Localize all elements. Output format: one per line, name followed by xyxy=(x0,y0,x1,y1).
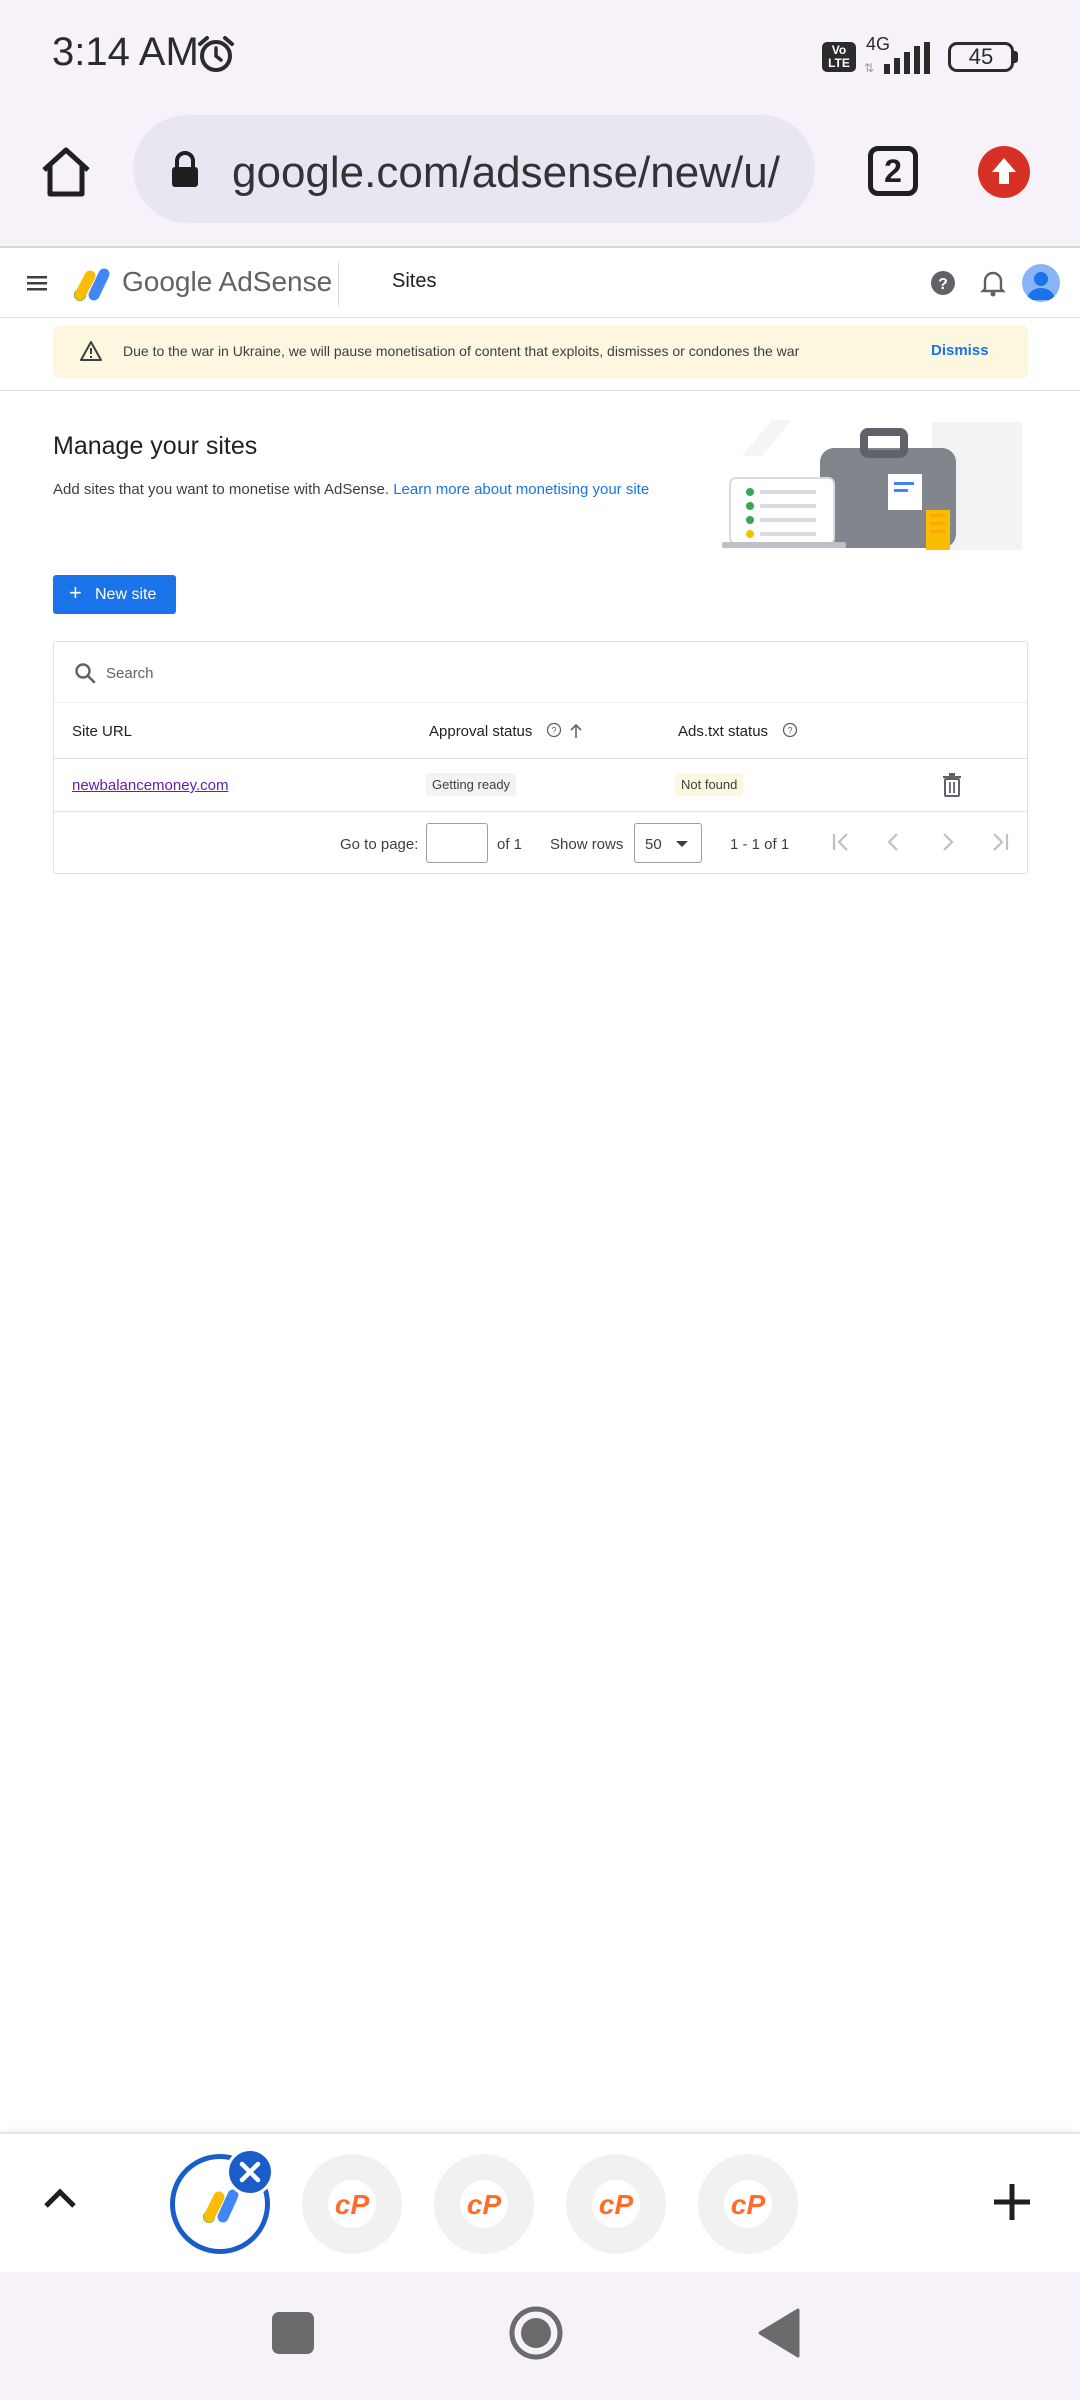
rows-per-page-value: 50 xyxy=(645,836,662,853)
help-outline-icon[interactable]: ? xyxy=(546,722,562,738)
close-tab-button[interactable] xyxy=(226,2148,274,2196)
table-header-row: Site URL Approval status ? Ads.txt statu… xyxy=(54,703,1027,759)
signal-icon: ⇅ xyxy=(864,42,930,74)
sites-table: Site URL Approval status ? Ads.txt statu… xyxy=(53,641,1028,874)
cpanel-logo-icon: cP xyxy=(724,2180,772,2228)
sort-ascending-icon[interactable] xyxy=(569,723,583,739)
svg-text:cP: cP xyxy=(335,2189,370,2220)
update-button[interactable] xyxy=(978,146,1030,198)
alarm-icon xyxy=(198,36,234,72)
back-triangle-icon[interactable] xyxy=(758,2308,800,2358)
last-page-icon[interactable] xyxy=(988,830,1012,854)
adsense-logo-icon xyxy=(74,268,110,301)
search-input[interactable] xyxy=(106,658,986,688)
svg-text:cP: cP xyxy=(599,2189,634,2220)
next-page-icon[interactable] xyxy=(935,830,959,854)
table-search-row xyxy=(54,642,1027,703)
search-icon xyxy=(75,663,96,684)
plus-icon: + xyxy=(69,580,82,605)
sites-illustration xyxy=(722,420,1022,550)
banner-message: Due to the war in Ukraine, we will pause… xyxy=(123,343,800,359)
cpanel-logo-icon: cP xyxy=(592,2180,640,2228)
svg-text:?: ? xyxy=(787,726,792,736)
home-circle-icon[interactable] xyxy=(508,2305,564,2361)
cpanel-logo-icon: cP xyxy=(328,2180,376,2228)
help-icon[interactable]: ? xyxy=(930,270,956,296)
show-rows-label: Show rows xyxy=(550,836,624,853)
lock-icon xyxy=(172,151,198,187)
system-navigation-bar xyxy=(0,2272,1080,2400)
app-header: Google AdSense Sites ? xyxy=(0,250,1080,318)
description-text: Add sites that you want to monetise with… xyxy=(53,481,390,498)
dismiss-button[interactable]: Dismiss xyxy=(931,342,989,359)
browser-toolbar: google.com/adsense/new/u/ 2 xyxy=(0,112,1080,248)
menu-icon[interactable] xyxy=(26,272,48,294)
learn-more-link[interactable]: Learn more about monetising your site xyxy=(393,481,649,498)
plus-icon[interactable] xyxy=(990,2180,1034,2224)
account-avatar[interactable] xyxy=(1022,264,1060,302)
previous-page-icon[interactable] xyxy=(882,830,906,854)
warning-icon xyxy=(80,341,102,361)
svg-text:⇅: ⇅ xyxy=(864,61,874,74)
chevron-up-icon[interactable] xyxy=(40,2182,80,2212)
browser-tab-strip: cP cP cP cP xyxy=(0,2132,1080,2272)
go-to-page-label: Go to page: xyxy=(340,836,419,853)
person-icon xyxy=(1027,272,1055,300)
rows-per-page-select[interactable]: 50 xyxy=(634,823,702,863)
status-time: 3:14 AM xyxy=(52,30,199,74)
column-header-approval-status[interactable]: Approval status xyxy=(429,723,532,740)
svg-text:cP: cP xyxy=(731,2189,766,2220)
new-site-label: New site xyxy=(95,586,157,603)
close-icon xyxy=(239,2161,261,2183)
url-bar[interactable]: google.com/adsense/new/u/ xyxy=(133,115,815,223)
svg-text:cP: cP xyxy=(467,2189,502,2220)
page-title: Manage your sites xyxy=(53,432,258,460)
volte-badge: Vo LTE xyxy=(822,42,856,72)
header-divider xyxy=(338,262,339,306)
recents-button[interactable] xyxy=(272,2312,314,2354)
section-divider xyxy=(0,390,1080,391)
site-url-link[interactable]: newbalancemoney.com xyxy=(72,777,228,794)
table-row: newbalancemoney.com Getting ready Not fo… xyxy=(54,759,1027,812)
tab-switcher-button[interactable]: 2 xyxy=(868,146,918,196)
tab-cpanel[interactable]: cP xyxy=(302,2154,402,2254)
url-text[interactable]: google.com/adsense/new/u/ xyxy=(232,148,802,198)
ads-txt-status-badge: Not found xyxy=(675,773,744,796)
home-icon[interactable] xyxy=(36,142,96,202)
arrow-up-icon xyxy=(992,158,1016,184)
tab-cpanel[interactable]: cP xyxy=(566,2154,666,2254)
brand-name: Google AdSense xyxy=(122,266,333,297)
approval-status-badge: Getting ready xyxy=(426,773,517,796)
column-header-ads-txt-status[interactable]: Ads.txt status xyxy=(678,723,768,740)
page-section-title: Sites xyxy=(392,270,437,292)
column-header-site-url[interactable]: Site URL xyxy=(72,723,132,740)
notice-banner: Due to the war in Ukraine, we will pause… xyxy=(53,326,1028,378)
row-range-label: 1 - 1 of 1 xyxy=(730,836,790,853)
battery-cap xyxy=(1013,51,1018,63)
status-bar: 3:14 AM Vo LTE 4G ⇅ 45 xyxy=(0,0,1080,112)
notifications-bell-icon[interactable] xyxy=(980,269,1006,297)
cpanel-logo-icon: cP xyxy=(460,2180,508,2228)
go-to-page-input[interactable] xyxy=(426,823,488,863)
new-site-button[interactable]: + New site xyxy=(53,575,176,614)
tab-cpanel[interactable]: cP xyxy=(434,2154,534,2254)
page-total: of 1 xyxy=(497,836,523,853)
tab-cpanel[interactable]: cP xyxy=(698,2154,798,2254)
battery-indicator: 45 xyxy=(948,42,1014,72)
caret-down-icon xyxy=(676,841,688,847)
help-outline-icon[interactable]: ? xyxy=(782,722,798,738)
svg-text:?: ? xyxy=(551,726,556,736)
delete-icon[interactable] xyxy=(942,773,962,797)
svg-text:?: ? xyxy=(938,276,948,293)
table-pagination: Go to page: of 1 Show rows 50 1 - 1 of 1 xyxy=(54,812,1027,873)
first-page-icon[interactable] xyxy=(829,830,853,854)
page-description: Add sites that you want to monetise with… xyxy=(53,481,649,498)
